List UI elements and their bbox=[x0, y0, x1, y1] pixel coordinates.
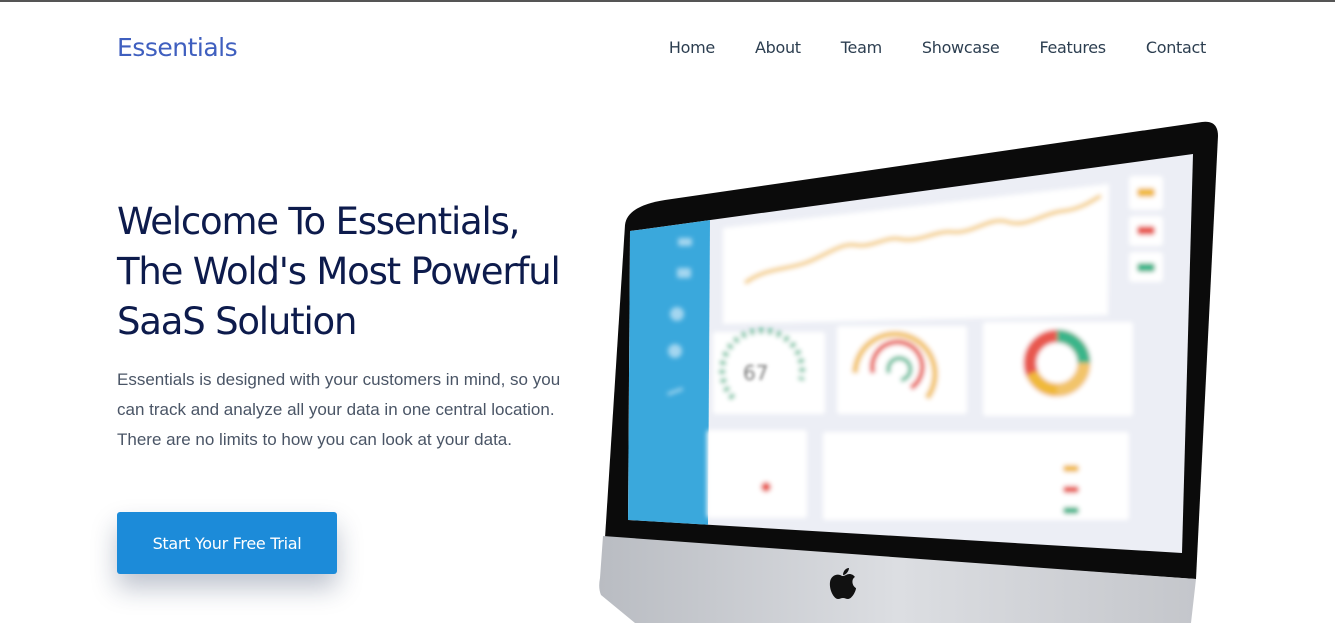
top-border bbox=[0, 0, 1335, 2]
hero-title-line-3: SaaS Solution bbox=[117, 300, 357, 343]
hero-title-line-1: Welcome To Essentials, bbox=[117, 200, 520, 243]
dashboard-gauge-value: 67 bbox=[743, 361, 768, 385]
hero-title-line-2: The Wold's Most Powerful bbox=[117, 250, 561, 293]
dashboard-sidebar bbox=[628, 220, 710, 525]
hero-description: Essentials is designed with your custome… bbox=[117, 370, 561, 449]
start-free-trial-button[interactable]: Start Your Free Trial bbox=[117, 512, 337, 574]
nav-home[interactable]: Home bbox=[669, 38, 715, 57]
hero-title: Welcome To Essentials, The Wold's Most P… bbox=[117, 197, 587, 347]
nav-about[interactable]: About bbox=[755, 38, 801, 57]
nav-showcase[interactable]: Showcase bbox=[922, 38, 1000, 57]
logo[interactable]: Essentials bbox=[117, 33, 238, 62]
nav-contact[interactable]: Contact bbox=[1146, 38, 1206, 57]
main-nav: Home About Team Showcase Features Contac… bbox=[669, 38, 1206, 57]
dashboard-monitor-image: 67 bbox=[599, 121, 1218, 623]
nav-features[interactable]: Features bbox=[1039, 38, 1106, 57]
nav-team[interactable]: Team bbox=[841, 38, 882, 57]
